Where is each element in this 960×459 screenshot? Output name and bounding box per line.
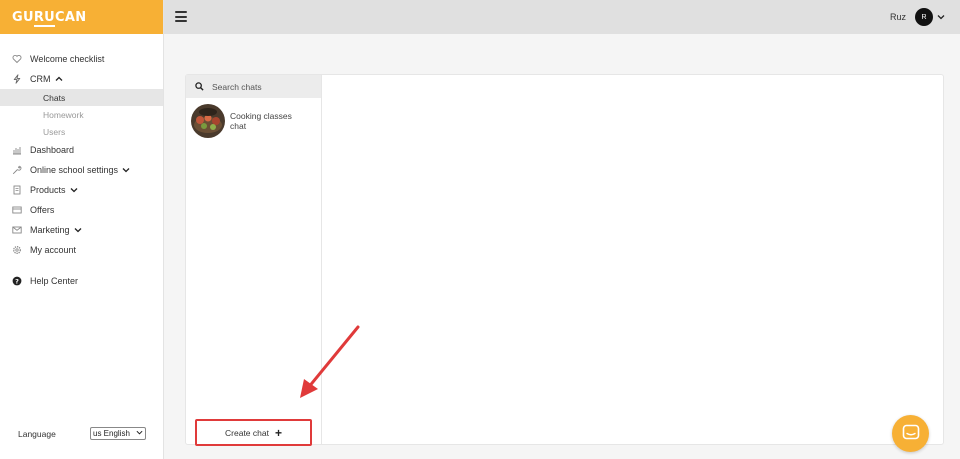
create-chat-button[interactable]: Create chat +: [195, 419, 312, 446]
chat-list-item[interactable]: Cooking classes chat: [186, 98, 321, 144]
sidebar-item-my-account[interactable]: My account: [0, 240, 163, 260]
sidebar-item-welcome-checklist[interactable]: Welcome checklist: [0, 49, 163, 69]
chevron-down-icon: [937, 13, 945, 21]
sidebar-item-online-school-settings[interactable]: Online school settings: [0, 160, 163, 180]
language-selected-value: us English: [93, 429, 130, 438]
chat-title: Cooking classes chat: [230, 111, 292, 131]
chevron-down-icon: [122, 166, 130, 174]
plus-icon: +: [274, 425, 282, 440]
sidebar-item-products[interactable]: Products: [0, 180, 163, 200]
user-name: Ruz: [889, 12, 906, 22]
sidebar-item-label: CRM: [30, 74, 51, 84]
sidebar-item-crm[interactable]: CRM: [0, 69, 163, 89]
sidebar-item-label: Marketing: [30, 225, 70, 235]
hamburger-menu-icon[interactable]: [175, 11, 187, 22]
sidebar-item-label: My account: [30, 245, 77, 255]
user-menu[interactable]: Ruz R: [890, 8, 945, 26]
support-chat-button[interactable]: [892, 415, 929, 452]
sidebar-item-dashboard[interactable]: Dashboard: [0, 140, 163, 160]
sidebar-subitem-homework[interactable]: Homework: [0, 106, 163, 123]
sidebar-item-offers[interactable]: Offers: [0, 200, 163, 220]
wrench-icon: [12, 165, 22, 175]
sidebar-subitem-users[interactable]: Users: [0, 123, 163, 140]
sidebar-subitem-chats[interactable]: Chats: [0, 89, 163, 106]
search-placeholder: Search chats: [212, 81, 262, 92]
document-icon: [12, 185, 22, 195]
sidebar-item-help-center[interactable]: ? Help Center: [0, 271, 163, 291]
gear-icon: [12, 245, 22, 255]
sidebar-item-label: Dashboard: [30, 145, 75, 155]
sidebar-item-label: Help Center: [30, 276, 79, 286]
sidebar: GURUCAN Welcome checklist CRM Chats Home…: [0, 0, 164, 459]
search-icon: [195, 82, 204, 91]
gurucan-logo[interactable]: GURUCAN: [12, 10, 86, 25]
bar-chart-icon: [12, 145, 22, 155]
annotation-arrow: [300, 325, 360, 398]
sidebar-item-label: Online school settings: [30, 165, 119, 175]
language-select[interactable]: us English: [90, 427, 146, 440]
sidebar-item-label: Products: [30, 185, 66, 195]
sidebar-item-label: Offers: [30, 205, 55, 215]
topbar: Ruz R: [164, 0, 960, 34]
chat-thumbnail: [191, 104, 225, 138]
chevron-down-icon: [70, 186, 78, 194]
svg-text:?: ?: [15, 277, 19, 285]
credit-card-icon: [12, 205, 22, 215]
chat-bubble-icon: [902, 424, 920, 444]
bolt-icon: [12, 74, 22, 84]
chevron-down-icon: [74, 226, 82, 234]
language-label: Language: [18, 428, 56, 439]
create-chat-label: Create chat: [225, 427, 269, 438]
search-chats-input[interactable]: Search chats: [186, 75, 321, 98]
sidebar-item-marketing[interactable]: Marketing: [0, 220, 163, 240]
sidebar-item-label: Welcome checklist: [30, 54, 105, 64]
nav-gap: [0, 260, 163, 271]
heart-icon: [12, 54, 22, 64]
chevron-up-icon: [55, 75, 63, 83]
avatar: R: [915, 8, 933, 26]
mail-icon: [12, 225, 22, 235]
question-circle-icon: ?: [12, 276, 22, 286]
sidebar-nav: Welcome checklist CRM Chats Homework Use…: [0, 34, 163, 291]
chevron-down-icon: [136, 429, 143, 438]
logo-bar: GURUCAN: [0, 0, 163, 34]
language-switcher: Language us English: [18, 427, 146, 440]
